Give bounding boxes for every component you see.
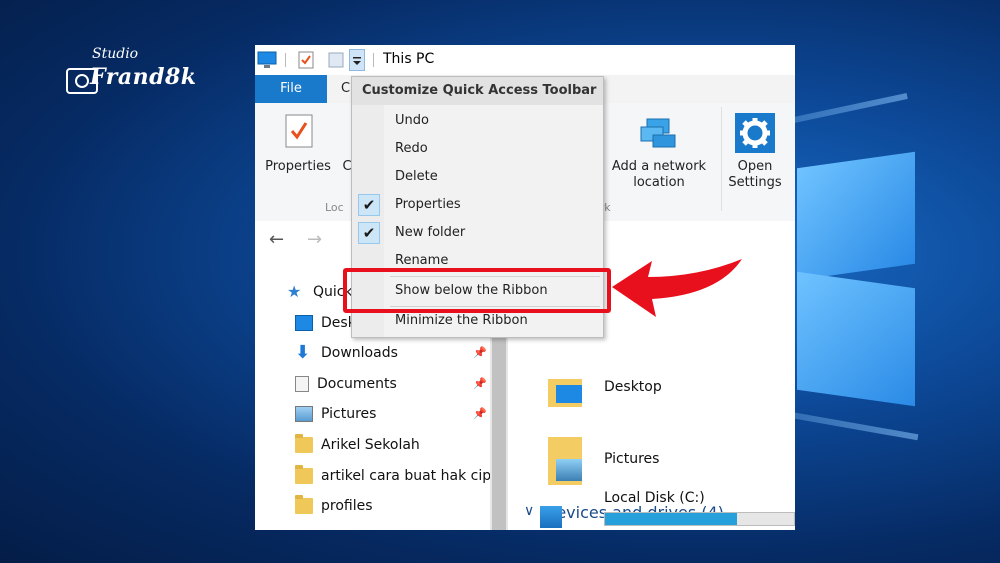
star-icon: ★ xyxy=(287,282,302,301)
folder-label: Pictures xyxy=(604,451,660,467)
ribbon-group-separator xyxy=(721,107,722,211)
open-settings-label[interactable]: Open xyxy=(725,159,785,175)
folder-label: Desktop xyxy=(604,379,662,395)
pictures-icon xyxy=(556,459,582,481)
watermark-line1: Studio xyxy=(92,46,139,62)
nav-item-label: Downloads xyxy=(321,345,398,361)
folder-item-pictures[interactable]: Pictures xyxy=(548,437,748,493)
document-icon xyxy=(295,376,309,392)
menu-item-properties[interactable]: ✔ Properties xyxy=(352,191,603,219)
menu-item-label: New folder xyxy=(395,225,466,240)
menu-item-redo[interactable]: Redo xyxy=(352,135,603,163)
annotation-highlight-box xyxy=(343,268,611,313)
gear-icon xyxy=(740,118,770,148)
ribbon-group-label: Loc xyxy=(325,201,344,214)
folder-icon xyxy=(295,495,313,514)
windows-drive-icon xyxy=(540,506,562,528)
windows-logo-pane xyxy=(797,151,915,281)
computer-icon[interactable] xyxy=(257,51,277,69)
pin-icon[interactable]: 📌 xyxy=(473,377,487,390)
menu-item-delete[interactable]: Delete xyxy=(352,163,603,191)
red-arrow-icon xyxy=(612,259,742,317)
properties-icon[interactable] xyxy=(297,51,315,69)
folder-icon xyxy=(295,465,313,484)
open-settings-label-line2[interactable]: Settings xyxy=(725,175,785,191)
folder-icon xyxy=(295,434,313,453)
nav-item-label: profiles xyxy=(321,498,373,514)
customize-toolbar-dropdown-button[interactable] xyxy=(349,49,365,71)
chevron-down-icon xyxy=(353,57,361,65)
pin-icon[interactable]: 📌 xyxy=(473,407,487,420)
menu-heading: Customize Quick Access Toolbar xyxy=(352,77,603,105)
drive-usage-fill xyxy=(605,513,738,525)
menu-item-label: Properties xyxy=(395,197,461,212)
properties-icon[interactable] xyxy=(283,113,315,149)
studio-watermark: Studio Frand8k xyxy=(66,46,206,98)
nav-item-label: Pictures xyxy=(321,406,377,422)
open-settings-button[interactable] xyxy=(735,113,775,153)
nav-item-downloads[interactable]: ⬇ Downloads xyxy=(295,342,398,364)
window-title: This PC xyxy=(383,51,435,67)
back-arrow-icon[interactable]: ← xyxy=(269,229,284,250)
tab-computer[interactable]: C xyxy=(341,81,350,96)
pin-icon[interactable]: 📌 xyxy=(473,346,487,359)
drive-item-local-disk[interactable]: Local Disk (C:) xyxy=(540,488,795,530)
checkmark-icon: ✔ xyxy=(358,222,380,244)
desktop-icon xyxy=(556,385,582,403)
nav-item-label: artikel cara buat hak cipta xyxy=(321,468,490,484)
menu-item-label: Undo xyxy=(395,113,429,128)
watermark-line2: Frand8k xyxy=(90,64,197,90)
drive-usage-bar xyxy=(604,512,795,526)
new-folder-icon[interactable] xyxy=(327,51,345,69)
pictures-icon xyxy=(295,406,313,422)
nav-item-pictures[interactable]: Pictures xyxy=(295,403,376,425)
add-network-location-label-line2[interactable]: location xyxy=(609,175,709,191)
chevron-down-icon: ∨ xyxy=(524,503,535,519)
menu-item-new-folder[interactable]: ✔ New folder xyxy=(352,219,603,247)
desktop-icon xyxy=(295,315,313,331)
forward-arrow-icon[interactable]: → xyxy=(307,229,322,250)
menu-item-label: Redo xyxy=(395,141,428,156)
properties-button-label[interactable]: Properties xyxy=(263,159,333,175)
network-drive-icon[interactable] xyxy=(639,117,679,151)
nav-item-folder[interactable]: Arikel Sekolah xyxy=(295,434,420,456)
menu-item-undo[interactable]: Undo xyxy=(352,107,603,135)
nav-item-folder[interactable]: profiles xyxy=(295,495,373,517)
title-bar: This PC xyxy=(255,45,795,75)
nav-item-label: Arikel Sekolah xyxy=(321,437,420,453)
toolbar-separator xyxy=(285,53,286,67)
nav-item-desktop[interactable]: Desk xyxy=(295,312,356,334)
add-network-location-label[interactable]: Add a network xyxy=(609,159,709,175)
windows-logo-pane xyxy=(797,271,915,407)
checkmark-icon: ✔ xyxy=(358,194,380,216)
drive-label: Local Disk (C:) xyxy=(604,490,705,506)
toolbar-separator xyxy=(373,53,374,67)
download-icon: ⬇ xyxy=(295,342,311,363)
menu-item-label: Delete xyxy=(395,169,438,184)
folder-item-desktop[interactable]: Desktop xyxy=(548,371,748,421)
nav-item-label: Documents xyxy=(317,376,397,392)
nav-item-documents[interactable]: Documents xyxy=(295,373,397,395)
nav-item-folder[interactable]: artikel cara buat hak cipta xyxy=(295,465,490,487)
tab-file[interactable]: File xyxy=(255,75,327,103)
